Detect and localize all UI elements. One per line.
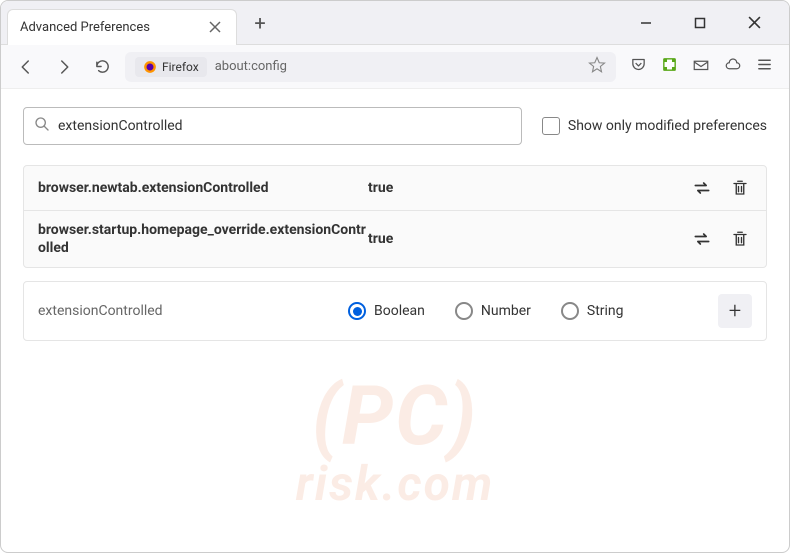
pref-name: browser.newtab.extensionControlled <box>38 179 368 197</box>
close-tab-icon[interactable] <box>206 18 224 36</box>
create-pref-name: extensionControlled <box>38 303 338 319</box>
tab-title: Advanced Preferences <box>20 20 206 35</box>
cloud-icon[interactable] <box>724 56 742 78</box>
pref-row: browser.newtab.extensionControlled true <box>23 165 767 211</box>
identity-badge[interactable]: Firefox <box>135 57 207 77</box>
mail-icon[interactable] <box>692 56 710 78</box>
titlebar: Advanced Preferences + <box>1 1 789 45</box>
back-button[interactable] <box>11 52 41 82</box>
extension-icon[interactable] <box>661 56 678 77</box>
toolbar: Firefox about:config <box>1 45 789 89</box>
firefox-icon <box>143 60 157 74</box>
radio-boolean[interactable]: Boolean <box>348 302 425 320</box>
search-box[interactable] <box>23 107 522 145</box>
radio-icon <box>455 302 473 320</box>
close-window-button[interactable] <box>739 8 769 38</box>
radio-string[interactable]: String <box>561 302 624 320</box>
bookmark-star-icon[interactable] <box>588 56 606 78</box>
delete-button[interactable] <box>728 227 752 251</box>
radio-icon <box>561 302 579 320</box>
toggle-button[interactable] <box>690 227 714 251</box>
identity-label: Firefox <box>162 60 199 74</box>
watermark: (PC) risk.com <box>296 369 495 512</box>
results-table: browser.newtab.extensionControlled true … <box>23 165 767 268</box>
url-text: about:config <box>215 59 287 74</box>
checkbox-label: Show only modified preferences <box>568 118 767 134</box>
address-bar[interactable]: Firefox about:config <box>125 52 616 82</box>
radio-number[interactable]: Number <box>455 302 531 320</box>
content-area: Show only modified preferences browser.n… <box>1 89 789 359</box>
browser-tab[interactable]: Advanced Preferences <box>7 9 237 45</box>
pref-row: browser.startup.homepage_override.extens… <box>23 210 767 268</box>
toggle-button[interactable] <box>690 176 714 200</box>
maximize-button[interactable] <box>685 8 715 38</box>
minimize-button[interactable] <box>631 8 661 38</box>
delete-button[interactable] <box>728 176 752 200</box>
reload-button[interactable] <box>87 52 117 82</box>
forward-button[interactable] <box>49 52 79 82</box>
search-input[interactable] <box>58 118 511 134</box>
radio-icon <box>348 302 366 320</box>
pref-value: true <box>368 180 690 196</box>
pocket-icon[interactable] <box>630 56 647 77</box>
pref-value: true <box>368 231 690 247</box>
create-pref-row: extensionControlled Boolean Number Strin… <box>23 281 767 341</box>
search-icon <box>34 116 50 136</box>
add-button[interactable]: + <box>718 294 752 328</box>
checkbox-icon <box>542 117 560 135</box>
new-tab-button[interactable]: + <box>245 8 275 38</box>
show-modified-checkbox[interactable]: Show only modified preferences <box>542 117 767 135</box>
menu-icon[interactable] <box>756 56 773 77</box>
pref-name: browser.startup.homepage_override.extens… <box>38 221 368 257</box>
